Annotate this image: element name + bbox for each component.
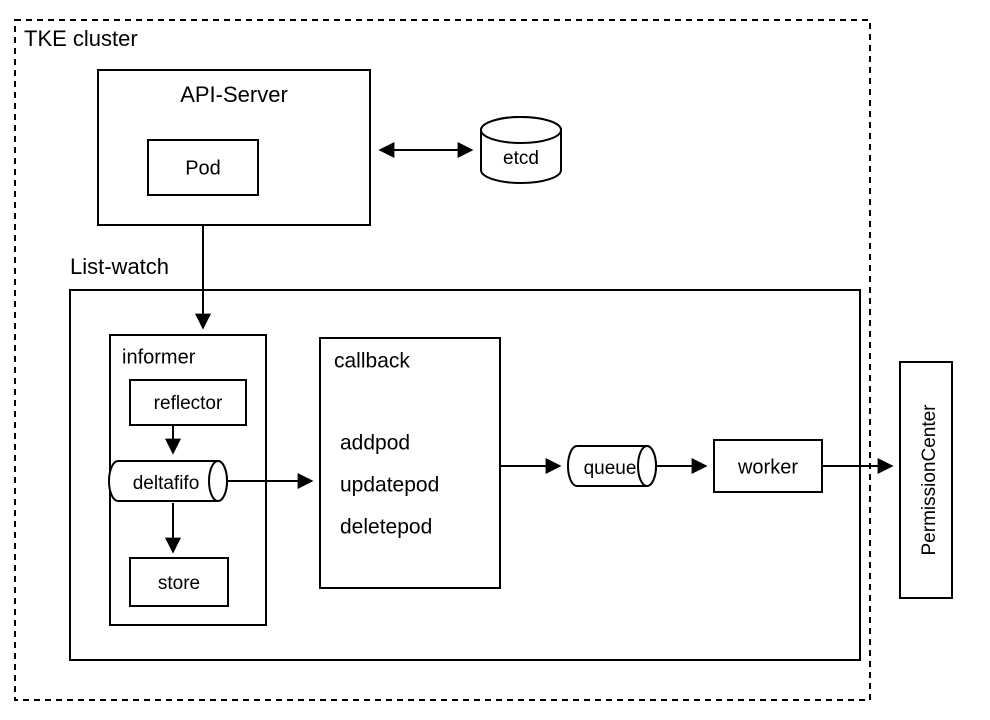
deltafifo-label: deltafifo	[133, 473, 200, 494]
etcd-cylinder: etcd	[481, 117, 561, 183]
callback-update: updatepod	[340, 474, 439, 497]
informer-title: informer	[122, 346, 196, 368]
permission-center-box: PermissionCenter	[900, 362, 952, 598]
permission-center-label: PermissionCenter	[919, 404, 940, 556]
api-server-title: API-Server	[180, 82, 288, 107]
reflector-box: reflector	[130, 380, 246, 425]
worker-box: worker	[714, 440, 822, 492]
deltafifo-cylinder: deltafifo	[109, 461, 227, 501]
worker-label: worker	[737, 456, 798, 478]
etcd-label: etcd	[503, 148, 539, 169]
tke-cluster-title: TKE cluster	[24, 26, 138, 51]
store-box: store	[130, 558, 228, 606]
callback-add: addpod	[340, 432, 410, 455]
queue-label: queue	[584, 458, 637, 479]
pod-label: Pod	[185, 157, 221, 179]
callback-delete: deletepod	[340, 516, 432, 539]
callback-title: callback	[334, 350, 410, 373]
list-watch-title: List-watch	[70, 254, 169, 279]
callback-box: callback addpod updatepod deletepod	[320, 338, 500, 588]
store-label: store	[158, 573, 200, 594]
pod-box: Pod	[148, 140, 258, 195]
api-server-box: API-Server Pod	[98, 70, 370, 225]
reflector-label: reflector	[154, 393, 223, 414]
queue-cylinder: queue	[568, 446, 656, 486]
